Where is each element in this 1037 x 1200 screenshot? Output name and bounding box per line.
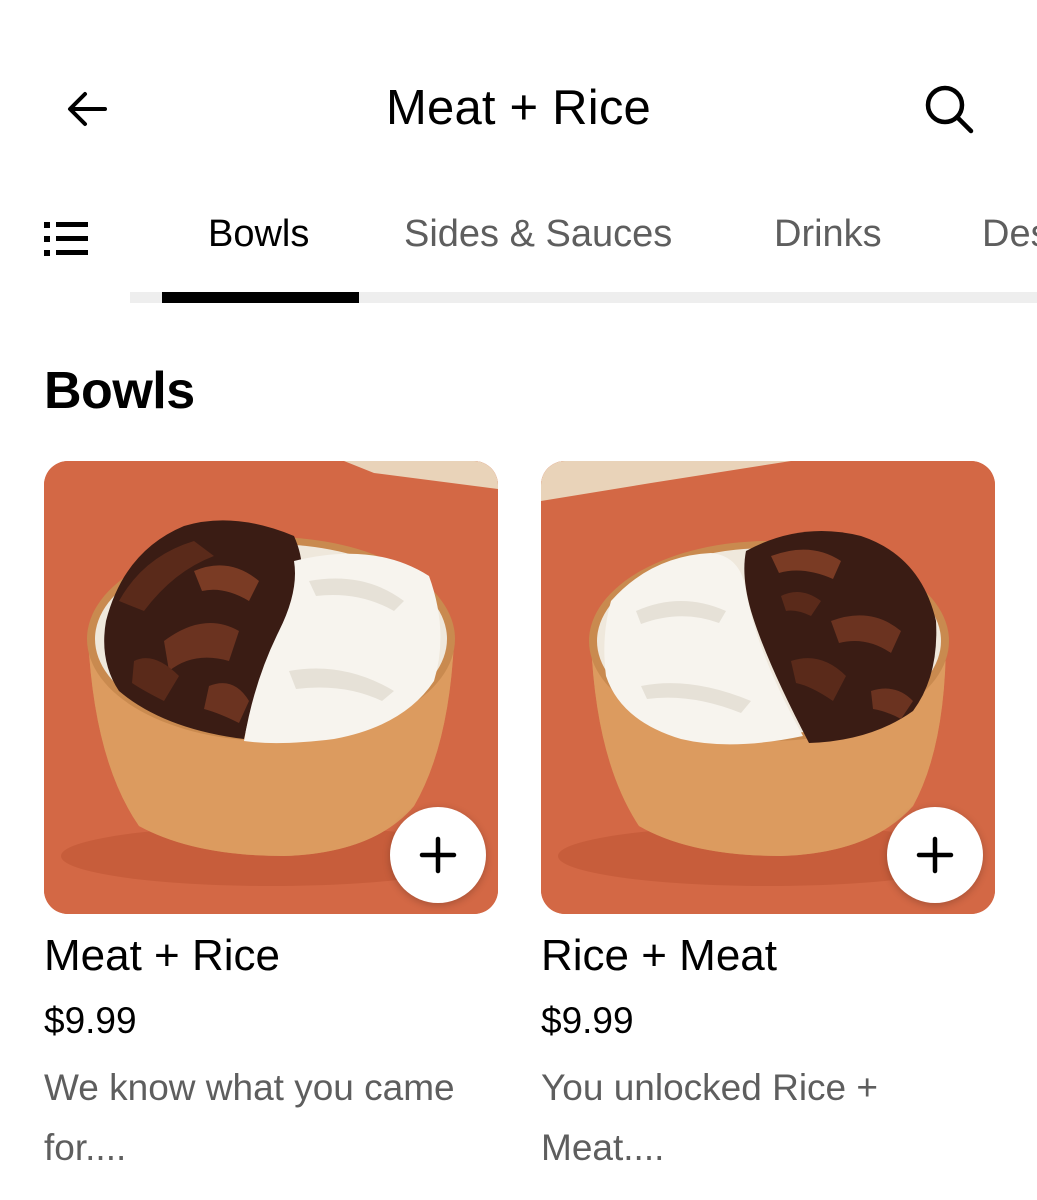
section-title: Bowls xyxy=(44,362,195,420)
tab-desserts[interactable]: Desserts xyxy=(982,210,1037,258)
menu-item-price: $9.99 xyxy=(44,1000,137,1041)
plus-icon xyxy=(419,836,457,874)
menu-item-description: You unlocked Rice + Meat.... xyxy=(541,1067,879,1168)
menu-item-name[interactable]: Meat + Rice xyxy=(44,929,280,983)
menu-item-price: $9.99 xyxy=(541,1000,634,1041)
tab-drinks[interactable]: Drinks xyxy=(774,210,882,258)
tab-active-indicator xyxy=(162,292,359,303)
menu-item-card[interactable]: Meat + Rice $9.99 We know what you came … xyxy=(44,461,498,1168)
menu-item-image[interactable] xyxy=(44,461,498,914)
menu-item-image[interactable] xyxy=(541,461,995,914)
page-title: Meat + Rice xyxy=(385,81,651,135)
tab-sides-and-sauces[interactable]: Sides & Sauces xyxy=(404,210,672,258)
add-to-cart-button[interactable] xyxy=(887,807,983,903)
list-icon xyxy=(44,222,88,256)
top-bar: Meat + Rice xyxy=(0,0,1037,190)
search-icon xyxy=(925,85,974,134)
category-list-button[interactable] xyxy=(38,213,96,265)
menu-item-card[interactable]: Rice + Meat $9.99 You unlocked Rice + Me… xyxy=(541,461,995,1168)
menu-item-description: We know what you came for.... xyxy=(44,1067,455,1168)
category-tabs: Bowls Sides & Sauces Drinks Desserts xyxy=(0,195,1037,310)
search-button[interactable] xyxy=(918,78,980,140)
tab-bowls[interactable]: Bowls xyxy=(208,210,309,258)
menu-item-name[interactable]: Rice + Meat xyxy=(541,929,777,983)
add-to-cart-button[interactable] xyxy=(390,807,486,903)
menu-screen: Meat + Rice Bowls Sides & Sauces Drinks … xyxy=(0,0,1037,1200)
plus-icon xyxy=(916,836,954,874)
